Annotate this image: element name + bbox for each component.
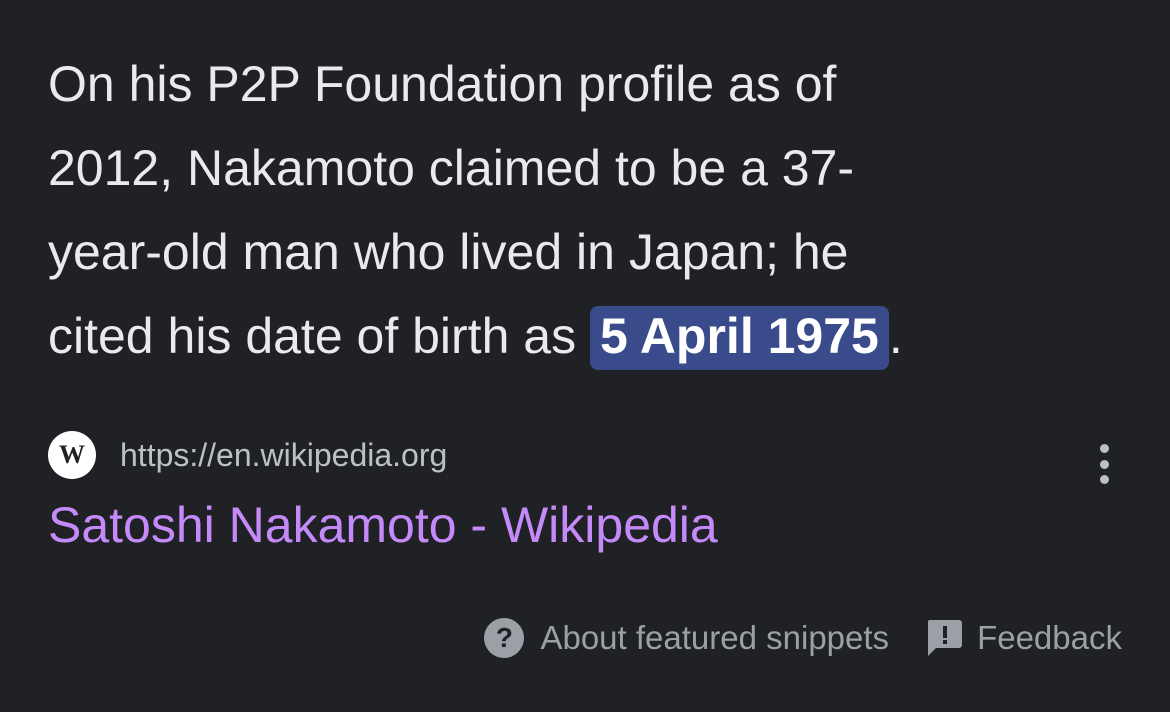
source-url[interactable]: https://en.wikipedia.org: [120, 437, 447, 474]
snippet-line: On his P2P Foundation profile as of: [48, 56, 837, 112]
snippet-footer: ? About featured snippets Feedback: [484, 618, 1122, 658]
snippet-line: cited his date of birth as 5 April 1975.: [48, 294, 1118, 378]
snippet-text: cited his date of birth as: [48, 308, 590, 364]
about-featured-snippets-button[interactable]: ? About featured snippets: [484, 618, 889, 658]
snippet-text: .: [888, 308, 903, 364]
result-title-link[interactable]: Satoshi Nakamoto - Wikipedia: [48, 496, 718, 554]
featured-snippet-text: On his P2P Foundation profile as of 2012…: [48, 42, 1118, 378]
feedback-icon: [927, 620, 963, 656]
source-row[interactable]: W https://en.wikipedia.org: [48, 430, 447, 480]
feedback-label: Feedback: [977, 619, 1122, 656]
wikipedia-icon: W: [48, 431, 96, 479]
more-options-icon[interactable]: [1092, 444, 1116, 484]
highlighted-answer: 5 April 1975: [589, 306, 889, 370]
about-featured-snippets-label: About featured snippets: [540, 619, 890, 656]
snippet-line: year-old man who lived in Japan; he: [48, 224, 849, 280]
question-mark-icon: ?: [484, 618, 525, 658]
feedback-button[interactable]: Feedback: [889, 618, 1122, 658]
snippet-line: 2012, Nakamoto claimed to be a 37-: [48, 140, 855, 196]
